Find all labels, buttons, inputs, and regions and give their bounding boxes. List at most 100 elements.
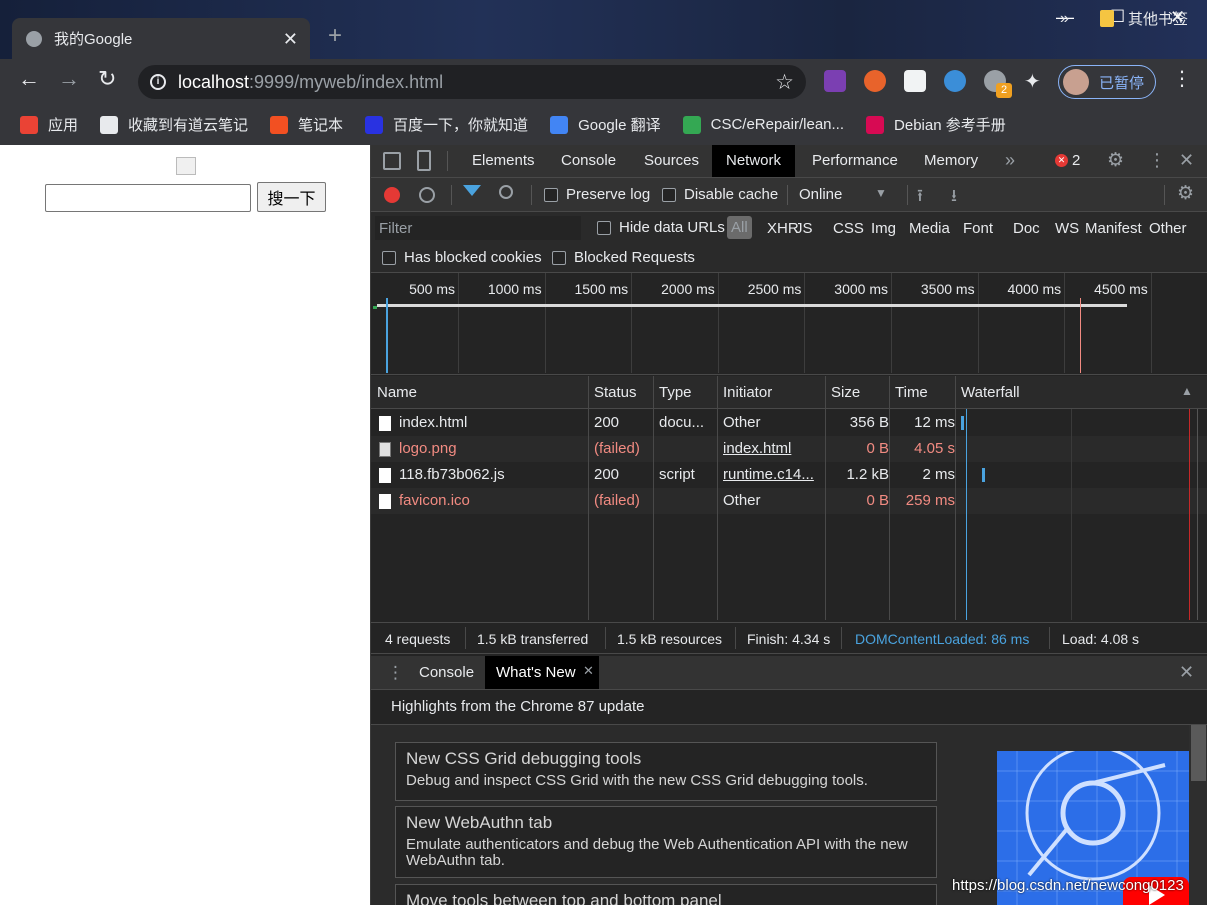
type-filter-ws[interactable]: WS <box>1055 220 1079 237</box>
back-arrow-icon[interactable]: ← <box>18 68 40 90</box>
new-tab-button[interactable]: + <box>328 24 342 48</box>
close-drawer-icon[interactable]: ✕ <box>1179 662 1194 683</box>
bookmark-item[interactable]: Google 翻译 <box>550 114 661 135</box>
column-header-initiator[interactable]: Initiator <box>723 384 772 401</box>
inspect-element-icon[interactable] <box>383 152 401 170</box>
column-header-status[interactable]: Status <box>594 384 637 401</box>
colorful-extension-icon[interactable] <box>944 70 966 92</box>
type-filter-doc[interactable]: Doc <box>1013 220 1040 237</box>
import-har-icon[interactable]: ⭱ <box>917 183 923 212</box>
bookmark-item[interactable]: 百度一下，你就知道 <box>365 114 528 135</box>
type-filter-font[interactable]: Font <box>963 220 993 237</box>
more-tabs-button[interactable]: » <box>1005 150 1015 171</box>
column-header-type[interactable]: Type <box>659 384 692 401</box>
forward-arrow-icon[interactable]: → <box>58 68 80 90</box>
hide-data-urls-checkbox[interactable]: Hide data URLs <box>597 219 725 236</box>
type-filter-other[interactable]: Other <box>1149 220 1187 237</box>
search-icon[interactable] <box>499 185 513 199</box>
address-bar[interactable]: i localhost :9999/myweb/index.html ☆ <box>138 65 806 99</box>
bookmark-item[interactable]: 收藏到有道云笔记 <box>100 114 248 135</box>
search-button[interactable]: 搜一下 <box>257 182 326 212</box>
bookmark-item[interactable]: Debian 参考手册 <box>866 114 1006 135</box>
network-settings-icon[interactable]: ⚙ <box>1177 182 1194 205</box>
divider <box>1164 185 1165 205</box>
overview-tick: 3000 ms <box>834 273 892 373</box>
drawer-tab-whats-new[interactable]: What's New ✕ <box>485 656 599 689</box>
site-info-icon[interactable]: i <box>150 74 166 90</box>
settings-gear-icon[interactable]: ⚙ <box>1107 149 1124 172</box>
throttling-select[interactable]: Online <box>799 186 842 203</box>
device-toolbar-icon[interactable] <box>417 150 431 171</box>
extension-badge: 2 <box>996 83 1012 98</box>
feature-card[interactable]: New CSS Grid debugging tools Debug and i… <box>395 742 937 801</box>
onenote-extension-icon[interactable] <box>824 70 846 92</box>
drawer-menu-icon[interactable]: ⋮ <box>387 663 404 683</box>
filter-funnel-icon[interactable] <box>463 185 481 196</box>
close-devtools-icon[interactable]: ✕ <box>1179 150 1194 171</box>
type-filter-manifest[interactable]: Manifest <box>1085 220 1142 237</box>
scrollbar-thumb[interactable] <box>1191 725 1206 781</box>
error-icon[interactable]: ✕ <box>1055 154 1068 167</box>
column-header-time[interactable]: Time <box>895 384 928 401</box>
search-input[interactable] <box>45 184 251 212</box>
dropdown-arrow-icon[interactable]: ▼ <box>875 186 887 200</box>
tab-network[interactable]: Network <box>712 145 796 177</box>
network-overview-timeline[interactable]: 500 ms 1000 ms 1500 ms 2000 ms 2500 ms 3000 m… <box>371 273 1207 375</box>
bookmarks-overflow-button[interactable]: » <box>1060 10 1069 28</box>
profile-button[interactable]: 已暂停 <box>1058 65 1156 99</box>
divider <box>451 185 452 205</box>
close-tab-icon[interactable]: ✕ <box>583 654 594 687</box>
initiator-link[interactable]: index.html <box>723 440 823 457</box>
bookmark-item[interactable]: CSC/eRepair/lean... <box>682 115 844 134</box>
has-blocked-cookies-checkbox[interactable]: Has blocked cookies <box>382 249 542 266</box>
column-header-size[interactable]: Size <box>831 384 860 401</box>
bookmark-star-icon[interactable]: ☆ <box>775 70 794 95</box>
browser-tab[interactable]: 我的Google ✕ <box>12 18 310 59</box>
chart-extension-icon[interactable] <box>904 70 926 92</box>
tab-elements[interactable]: Elements <box>458 145 549 177</box>
initiator-link[interactable]: runtime.c14... <box>723 466 823 483</box>
blocked-requests-checkbox[interactable]: Blocked Requests <box>552 249 695 266</box>
devtools-menu-icon[interactable]: ⋮ <box>1148 150 1166 171</box>
type-filter-xhr[interactable]: XHR <box>767 220 799 237</box>
error-count[interactable]: 2 <box>1072 152 1080 169</box>
tab-memory[interactable]: Memory <box>910 145 992 177</box>
preserve-log-checkbox[interactable]: Preserve log <box>544 186 650 203</box>
table-row[interactable]: 118.fb73b062.js 200 script runtime.c14... 1.… <box>371 462 1207 488</box>
column-header-waterfall[interactable]: Waterfall <box>961 384 1020 401</box>
tab-sources[interactable]: Sources <box>630 145 713 177</box>
feature-card[interactable]: New WebAuthn tab Emulate authenticators … <box>395 806 937 878</box>
type-filter-media[interactable]: Media <box>909 220 950 237</box>
sort-arrow-icon[interactable]: ▲ <box>1181 384 1193 398</box>
type-filter-img[interactable]: Img <box>871 220 896 237</box>
tab-close-icon[interactable]: ✕ <box>283 30 298 48</box>
bookmarks-bar: 应用 收藏到有道云笔记 笔记本 百度一下，你就知道 Google 翻译 CSC/eRepa… <box>0 104 1207 145</box>
feature-card[interactable]: Move tools between top and bottom panel <box>395 884 937 905</box>
tab-performance[interactable]: Performance <box>798 145 912 177</box>
clear-icon[interactable] <box>419 187 435 203</box>
type-filter-css[interactable]: CSS <box>833 220 864 237</box>
table-row[interactable]: favicon.ico (failed) Other 0 B 259 ms <box>371 488 1207 514</box>
type-filter-js[interactable]: JS <box>795 220 813 237</box>
drawer-tab-console[interactable]: Console <box>405 656 488 689</box>
bookmark-item[interactable]: 笔记本 <box>270 114 343 135</box>
other-bookmarks-folder[interactable]: 其他书签 <box>1100 8 1188 29</box>
load-marker <box>1080 298 1081 373</box>
type-filter-all[interactable]: All <box>727 216 752 239</box>
table-row[interactable]: logo.png (failed) index.html 0 B 4.05 s <box>371 436 1207 462</box>
bookmark-label: 百度一下，你就知道 <box>393 117 529 134</box>
table-row[interactable]: index.html 200 docu... Other 356 B 12 ms <box>371 410 1207 436</box>
scrollbar-track[interactable] <box>1189 725 1207 905</box>
column-header-name[interactable]: Name <box>377 384 417 401</box>
extensions-puzzle-icon[interactable]: ✦ <box>1024 69 1041 94</box>
cell-type: docu... <box>659 414 705 431</box>
bookmark-item[interactable]: 应用 <box>20 114 78 135</box>
infinity-extension-icon[interactable] <box>864 70 886 92</box>
reload-icon[interactable]: ↻ <box>98 68 116 90</box>
export-har-icon[interactable]: ⭳ <box>951 183 957 212</box>
record-icon[interactable] <box>384 187 400 203</box>
filter-input[interactable]: Filter <box>375 216 581 240</box>
browser-menu-icon[interactable]: ⋮ <box>1172 69 1192 89</box>
disable-cache-checkbox[interactable]: Disable cache <box>662 186 778 203</box>
tab-console[interactable]: Console <box>547 145 630 177</box>
